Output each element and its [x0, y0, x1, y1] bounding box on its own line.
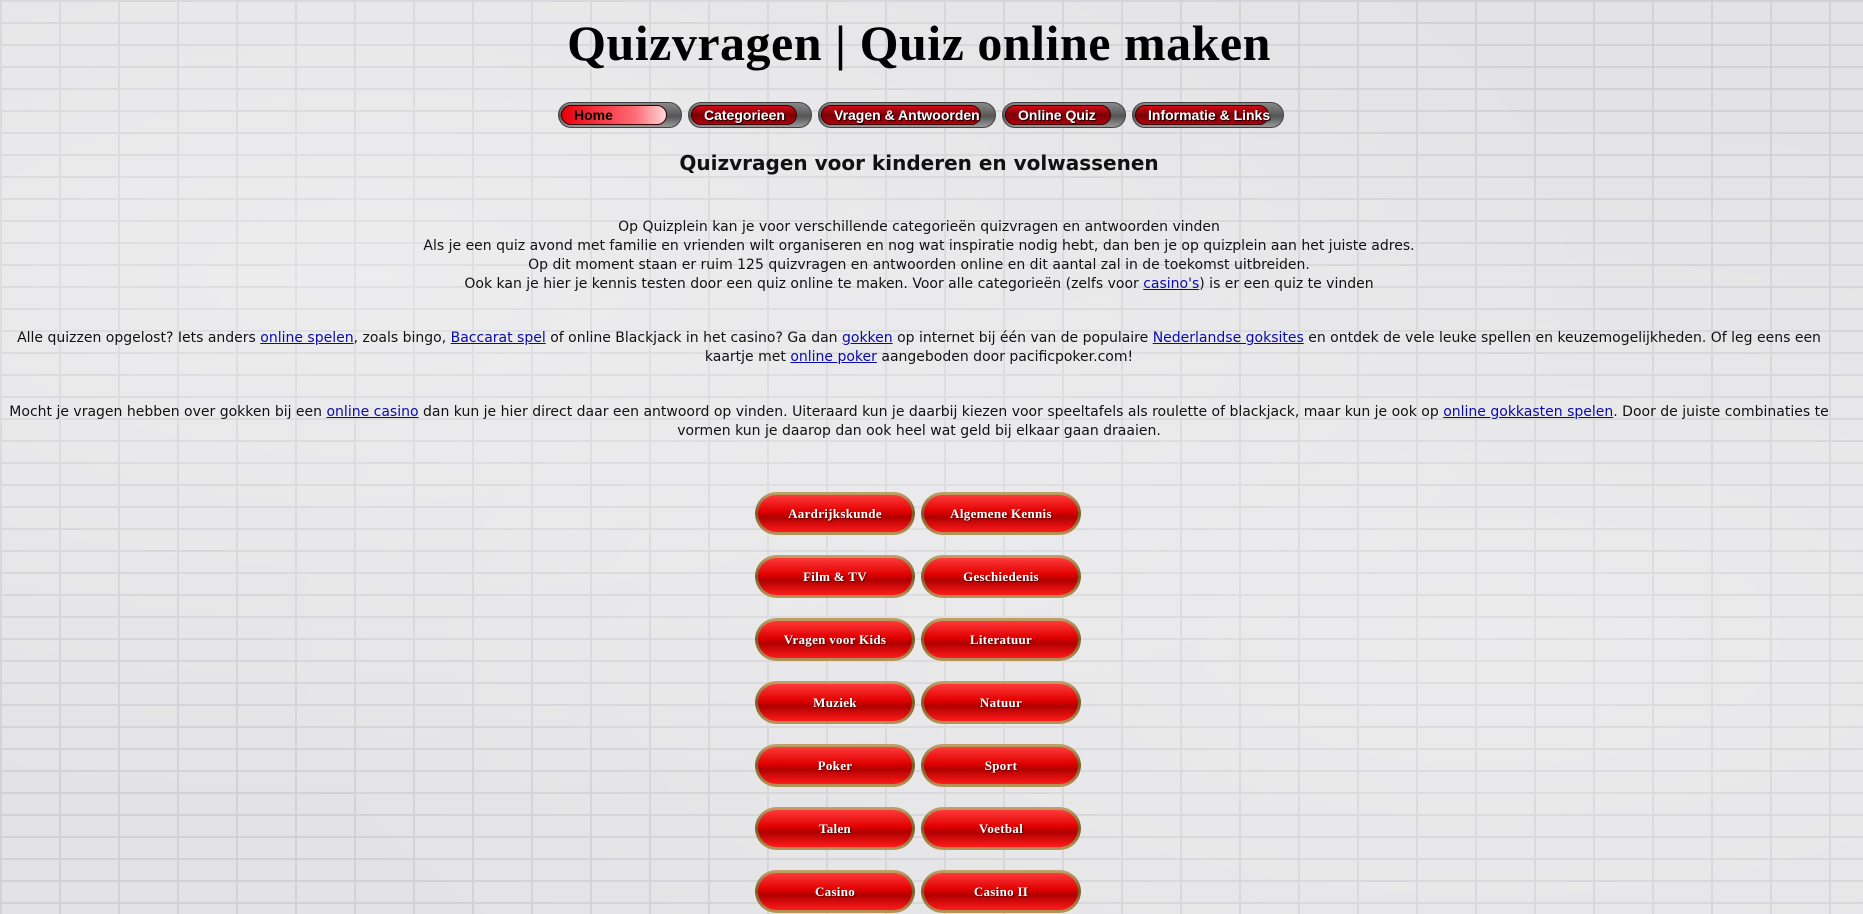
intro-line-4-text: Ook kan je hier je kennis testen door ee… [464, 276, 1144, 292]
section-heading: Quizvragen voor kinderen en volwassenen [679, 151, 1159, 175]
para2-text: Mocht je vragen hebben over gokken bij e… [9, 404, 327, 420]
category-label: Natuur [924, 684, 1078, 721]
category-button-vragen-voor-kids[interactable]: Vragen voor Kids [755, 618, 915, 661]
intro-line-2: Als je een quiz avond met familie en vri… [423, 238, 1415, 254]
nav-categorieen-label: Categorieen [691, 105, 797, 125]
baccarat-spel-link[interactable]: Baccarat spel [451, 330, 546, 346]
category-label: Poker [758, 747, 912, 784]
category-label: Algemene Kennis [924, 495, 1078, 532]
online-casino-link[interactable]: online casino [326, 404, 418, 420]
online-poker-link[interactable]: online poker [790, 349, 877, 365]
category-label: Casino II [924, 873, 1078, 910]
casinos-link[interactable]: casino's [1143, 276, 1199, 292]
promo-paragraph-2: Mocht je vragen hebben over gokken bij e… [0, 403, 1838, 441]
online-spelen-link[interactable]: online spelen [260, 330, 353, 346]
category-label: Film & TV [758, 558, 912, 595]
category-button-casino[interactable]: Casino [755, 870, 915, 913]
para1-text: of online Blackjack in het casino? Ga da… [545, 330, 842, 346]
page-title: Quizvragen | Quiz online maken [567, 15, 1271, 71]
category-button-casino-ii[interactable]: Casino II [921, 870, 1081, 913]
para1-text: Alle quizzen opgelost? Iets anders [17, 330, 261, 346]
category-button-algemene-kennis[interactable]: Algemene Kennis [921, 492, 1081, 535]
nav-home[interactable]: Home [558, 102, 682, 128]
intro-line-4-end: ) is er een quiz te vinden [1199, 276, 1374, 292]
nav-online-quiz-label: Online Quiz [1005, 105, 1111, 125]
category-button-poker[interactable]: Poker [755, 744, 915, 787]
category-button-natuur[interactable]: Natuur [921, 681, 1081, 724]
category-label: Voetbal [924, 810, 1078, 847]
online-gokkasten-spelen-link[interactable]: online gokkasten spelen [1443, 404, 1613, 420]
nederlandse-goksites-link[interactable]: Nederlandse goksites [1153, 330, 1304, 346]
category-button-muziek[interactable]: Muziek [755, 681, 915, 724]
promo-paragraph-1: Alle quizzen opgelost? Iets anders onlin… [0, 329, 1838, 367]
nav-informatie-links-label: Informatie & Links [1135, 105, 1270, 125]
main-nav: Home Categorieen Vragen & Antwoorden Onl… [558, 102, 1284, 130]
para1-text: aangeboden door pacificpoker.com! [876, 349, 1134, 365]
para1-text: op internet bij één van de populaire [892, 330, 1153, 346]
nav-categorieen[interactable]: Categorieen [688, 102, 812, 128]
category-grid: Aardrijkskunde Algemene Kennis Film & TV… [755, 492, 1081, 913]
intro-line-1: Op Quizplein kan je voor verschillende c… [618, 219, 1220, 235]
category-label: Muziek [758, 684, 912, 721]
category-button-sport[interactable]: Sport [921, 744, 1081, 787]
category-button-literatuur[interactable]: Literatuur [921, 618, 1081, 661]
category-button-film-tv[interactable]: Film & TV [755, 555, 915, 598]
category-label: Sport [924, 747, 1078, 784]
category-label: Casino [758, 873, 912, 910]
nav-online-quiz[interactable]: Online Quiz [1002, 102, 1126, 128]
category-label: Literatuur [924, 621, 1078, 658]
para1-text: , zoals bingo, [353, 330, 451, 346]
category-button-talen[interactable]: Talen [755, 807, 915, 850]
category-label: Vragen voor Kids [758, 621, 912, 658]
nav-vragen-antwoorden[interactable]: Vragen & Antwoorden [818, 102, 996, 128]
category-label: Geschiedenis [924, 558, 1078, 595]
gokken-link[interactable]: gokken [842, 330, 893, 346]
intro-line-3: Op dit moment staan er ruim 125 quizvrag… [528, 257, 1310, 273]
category-label: Talen [758, 810, 912, 847]
para2-text: dan kun je hier direct daar een antwoord… [418, 404, 1444, 420]
nav-vragen-antwoorden-label: Vragen & Antwoorden [821, 105, 981, 125]
category-label: Aardrijkskunde [758, 495, 912, 532]
intro-line-4: Ook kan je hier je kennis testen door ee… [0, 275, 1838, 294]
category-button-aardrijkskunde[interactable]: Aardrijkskunde [755, 492, 915, 535]
category-button-geschiedenis[interactable]: Geschiedenis [921, 555, 1081, 598]
nav-home-label: Home [561, 105, 667, 125]
nav-informatie-links[interactable]: Informatie & Links [1132, 102, 1284, 128]
intro-text: Op Quizplein kan je voor verschillende c… [0, 218, 1838, 294]
category-button-voetbal[interactable]: Voetbal [921, 807, 1081, 850]
